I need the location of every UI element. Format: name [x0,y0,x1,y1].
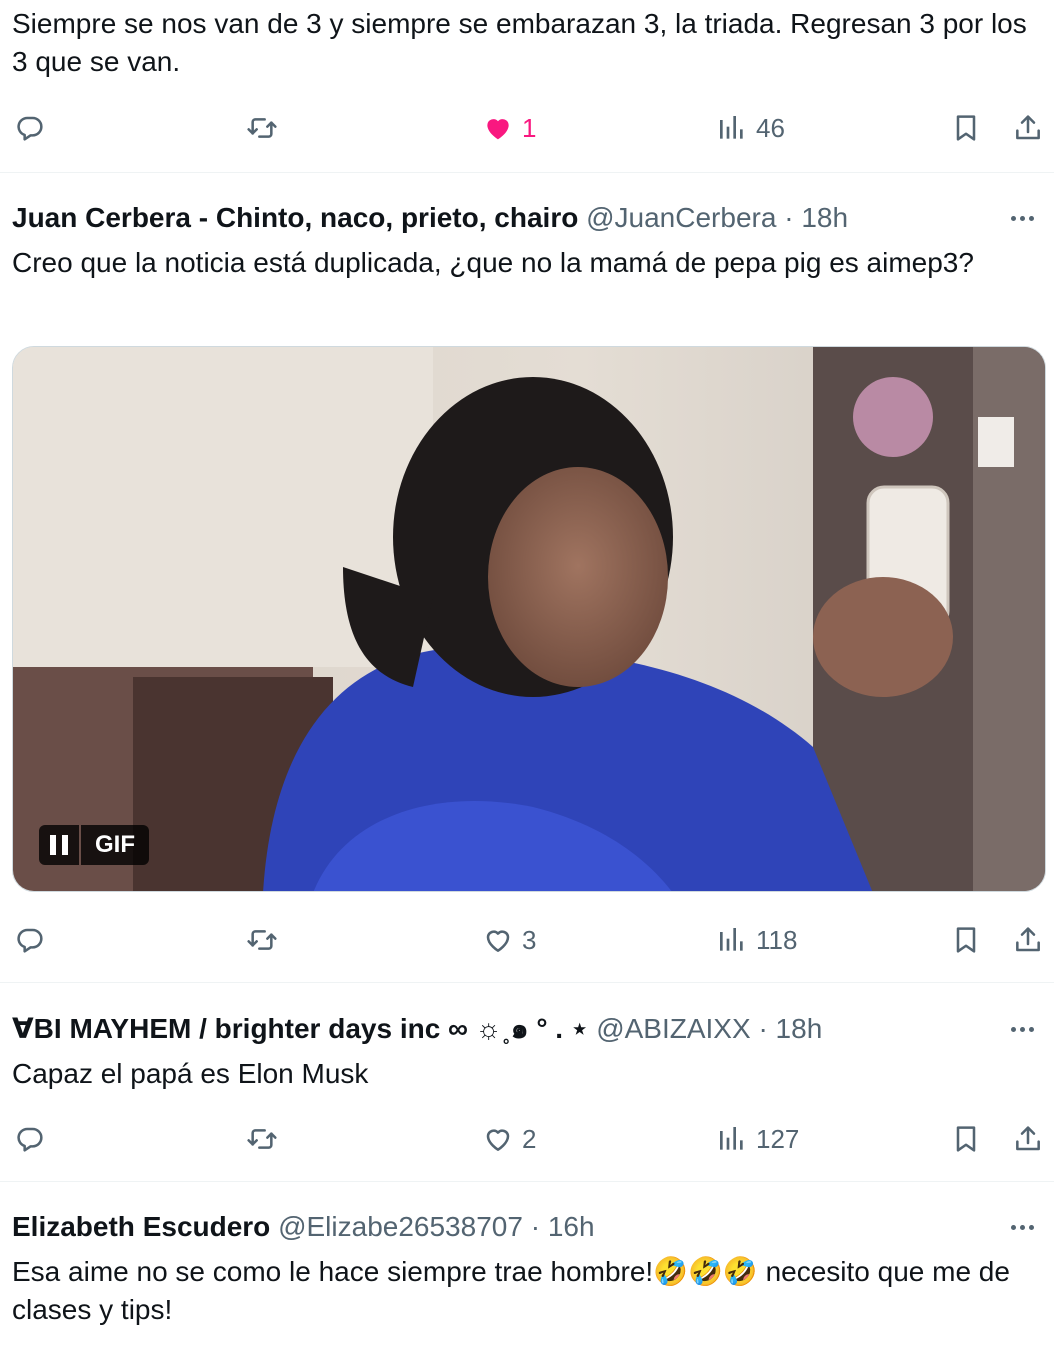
more-icon [1010,1026,1034,1032]
like-button[interactable]: 1 [482,108,536,148]
retweet-icon [246,924,278,956]
gif-frame-image [13,347,1045,891]
separator-dot: · [758,1013,768,1044]
tweet-header: ∀BI MAYHEM / brighter days inc ∞ ☼˳๑ ° .… [12,1009,822,1049]
reply-icon [14,924,46,956]
tweet-actions: 2 127 [0,1119,1054,1159]
heart-icon [482,924,514,956]
author-name[interactable]: Juan Cerbera - Chinto, naco, prieto, cha… [12,202,578,233]
reply-button[interactable] [14,108,46,148]
view-count: 127 [756,1123,800,1154]
tweet-text: Esa aime no se como le hace siempre trae… [12,1256,1010,1325]
like-count: 3 [522,924,537,955]
gif-controls: GIF [39,825,149,865]
share-button[interactable] [1012,108,1044,148]
divider [0,172,1054,173]
share-button[interactable] [1012,920,1044,960]
reply-button[interactable] [14,1119,46,1159]
tweet-time[interactable]: 18h [801,202,848,233]
heart-icon [482,1123,514,1155]
views-button[interactable]: 127 [716,1119,799,1159]
tweet-text: Siempre se nos van de 3 y siempre se emb… [12,8,1027,77]
author-handle[interactable]: @JuanCerbera [586,202,776,233]
tweet-actions: 3 118 [0,920,1054,960]
retweet-button[interactable] [246,1119,278,1159]
more-options-button[interactable] [1004,200,1040,236]
more-icon [1010,1224,1034,1230]
author-name[interactable]: ∀BI MAYHEM / brighter days inc ∞ ☼˳๑ ° .… [12,1013,588,1044]
bookmark-icon [950,924,982,956]
gif-label: GIF [81,825,149,865]
pause-icon [50,835,68,855]
tweet-header: Elizabeth Escudero @Elizabe26538707 · 16… [12,1207,595,1247]
retweet-icon [246,1123,278,1155]
views-icon [716,112,748,144]
tweet-4[interactable]: Elizabeth Escudero @Elizabe26538707 · 16… [0,1207,1054,1350]
share-icon [1012,1123,1044,1155]
bookmark-icon [950,1123,982,1155]
bookmark-button[interactable] [950,1119,982,1159]
more-options-button[interactable] [1004,1209,1040,1245]
retweet-icon [246,112,278,144]
tweet-2[interactable]: Juan Cerbera - Chinto, naco, prieto, cha… [0,198,1054,982]
tweet-time[interactable]: 18h [776,1013,823,1044]
author-handle[interactable]: @ABIZAIXX [596,1013,750,1044]
more-icon [1010,215,1034,221]
views-button[interactable]: 118 [716,920,797,960]
like-button[interactable]: 3 [482,920,536,960]
like-button[interactable]: 2 [482,1119,536,1159]
share-button[interactable] [1012,1119,1044,1159]
retweet-button[interactable] [246,108,278,148]
reply-icon [14,112,46,144]
tweet-3[interactable]: ∀BI MAYHEM / brighter days inc ∞ ☼˳๑ ° .… [0,1009,1054,1181]
divider [0,1181,1054,1182]
share-icon [1012,112,1044,144]
tweet-time[interactable]: 16h [548,1211,595,1242]
tweet-1[interactable]: Siempre se nos van de 3 y siempre se emb… [0,0,1054,172]
share-icon [1012,924,1044,956]
reply-button[interactable] [14,920,46,960]
pause-button[interactable] [39,825,79,865]
heart-icon [482,112,514,144]
author-name[interactable]: Elizabeth Escudero [12,1211,270,1242]
views-button[interactable]: 46 [716,108,785,148]
separator-dot: · [784,202,794,233]
more-options-button[interactable] [1004,1011,1040,1047]
bookmark-icon [950,112,982,144]
retweet-button[interactable] [246,920,278,960]
divider [0,982,1054,983]
tweet-text: Capaz el papá es Elon Musk [12,1058,369,1089]
view-count: 46 [756,112,785,143]
like-count: 2 [522,1123,537,1154]
views-icon [716,924,748,956]
bookmark-button[interactable] [950,108,982,148]
reply-icon [14,1123,46,1155]
author-handle[interactable]: @Elizabe26538707 [278,1211,523,1242]
tweet-header: Juan Cerbera - Chinto, naco, prieto, cha… [12,198,848,238]
tweet-text: Creo que la noticia está duplicada, ¿que… [12,247,974,278]
separator-dot: · [530,1211,541,1242]
views-icon [716,1123,748,1155]
bookmark-button[interactable] [950,920,982,960]
gif-media[interactable]: GIF [12,346,1046,892]
like-count: 1 [522,112,537,143]
view-count: 118 [756,924,798,955]
tweet-actions: 1 46 [0,108,1054,148]
